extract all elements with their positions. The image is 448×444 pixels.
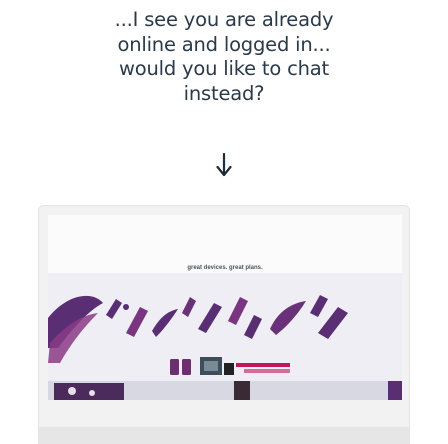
monitor-screen: great devices. great plans.: [48, 215, 402, 400]
chat-prompt-line: instead?: [183, 81, 265, 105]
desktop-monitor-illustration: great devices. great plans.: [38, 205, 410, 444]
promo-banner-image: [48, 273, 402, 400]
chat-prompt-line: online and logged in...: [117, 32, 331, 56]
screen-tagline: great devices. great plans.: [187, 265, 263, 271]
chat-prompt-message: ...I see you are already online and logg…: [0, 8, 448, 106]
monitor-bezel: great devices. great plans.: [38, 205, 410, 427]
chat-prompt-line: would you like to chat: [119, 57, 329, 80]
down-arrow-icon: [216, 152, 232, 177]
monitor-chin: [38, 427, 410, 444]
chat-prompt-line: ...I see you are already: [114, 8, 334, 31]
